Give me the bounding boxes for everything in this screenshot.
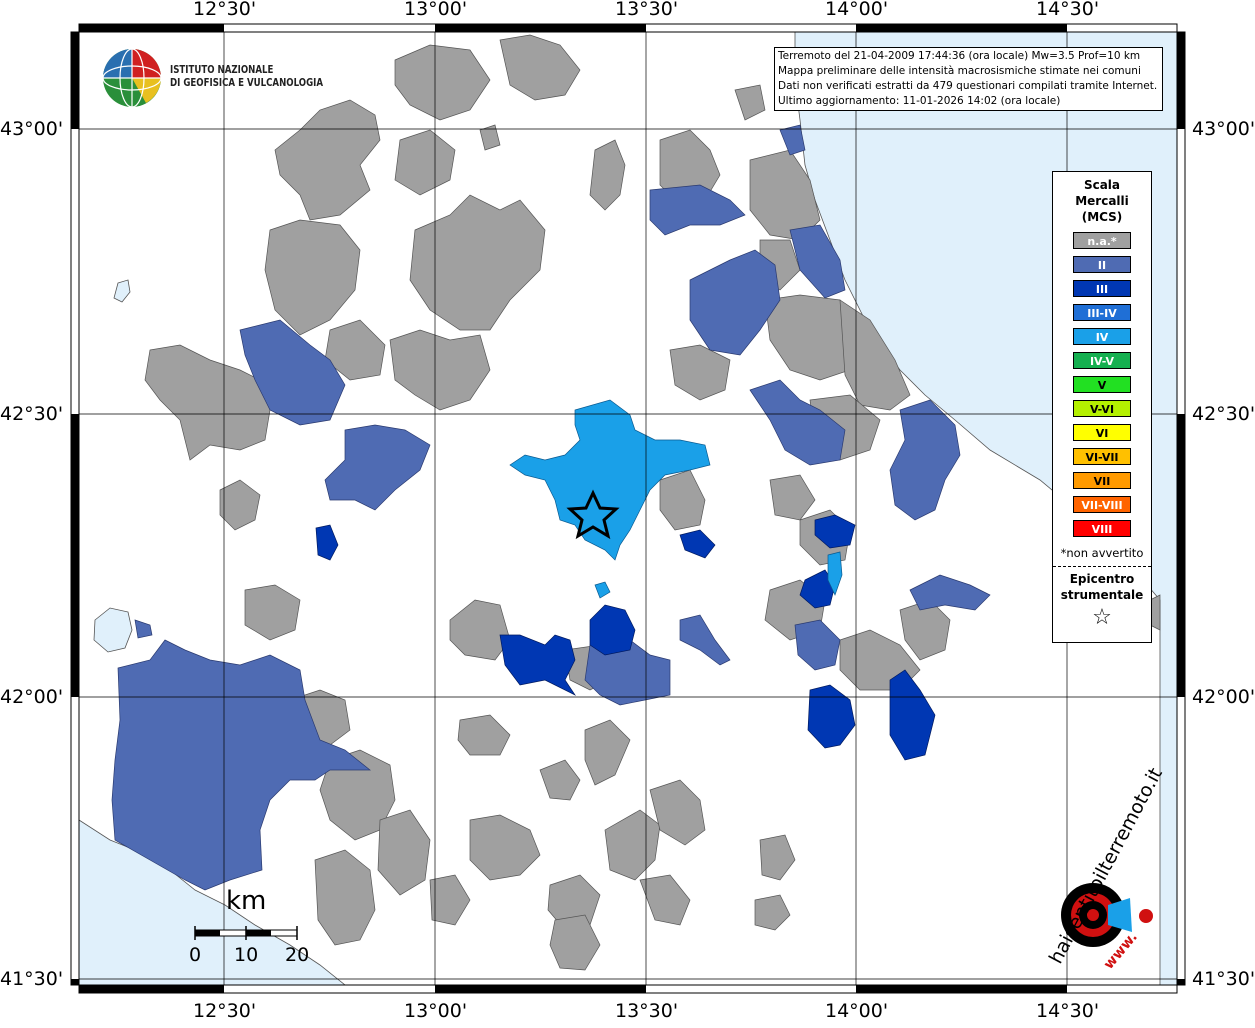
star-icon: ☆ — [1092, 605, 1112, 630]
top-tick-label: 14°00' — [825, 0, 889, 20]
left-tick-label: 41°30' — [0, 968, 64, 990]
ingv-line1: ISTITUTO NAZIONALE — [170, 64, 274, 76]
bottom-tick-label: 14°30' — [1036, 1000, 1100, 1022]
legend-swatch: VIII — [1073, 520, 1131, 537]
bottom-tick-label: 12°30' — [193, 1000, 257, 1022]
scale-tick-label: 20 — [285, 944, 310, 966]
ingv-line2: DI GEOFISICA E VULCANOLOGIA — [170, 77, 324, 89]
top-tick-label: 14°30' — [1036, 0, 1100, 20]
legend-swatch: V-VI — [1073, 400, 1131, 417]
legend-title-line: (MCS) — [1081, 210, 1123, 224]
legend-title-line: Scala — [1083, 178, 1121, 192]
scale-tick-label: 10 — [234, 944, 259, 966]
scale-tick-label: 0 — [189, 944, 202, 966]
info-line-2: Mappa preliminare delle intensità macros… — [778, 65, 1141, 77]
intensity-map: haisentitoilterremoto.it www. ISTITUTO N… — [0, 0, 1255, 1024]
legend-divider — [1053, 566, 1151, 567]
ingv-globe-icon — [102, 48, 162, 108]
info-line-1: Terremoto del 21-04-2009 17:44:36 (ora l… — [778, 50, 1141, 62]
legend-epicenter-label: Epicentro strumentale — [1053, 571, 1151, 603]
bottom-tick-label: 13°30' — [615, 1000, 679, 1022]
ingv-logo-text: ISTITUTO NAZIONALE DI GEOFISICA E VULCAN… — [170, 64, 323, 90]
left-tick-label: 42°30' — [0, 403, 64, 425]
intensity-legend: Scala Mercalli (MCS) n.a.* II III III-IV IV I… — [1052, 171, 1152, 643]
legend-swatch: IV — [1073, 328, 1131, 345]
top-tick-label: 13°30' — [615, 0, 679, 20]
right-tick-label: 42°00' — [1192, 686, 1255, 708]
legend-note: *non avvertito — [1060, 546, 1144, 560]
info-line-4: Ultimo aggiornamento: 11-01-2026 14:02 (… — [778, 95, 1061, 107]
info-line-3: Dati non verificati estratti da 479 ques… — [778, 80, 1158, 92]
legend-items: n.a.* II III III-IV IV IV-V V V-VI VI VI-VII VII VI… — [1053, 232, 1151, 537]
left-tick-label: 43°00' — [0, 118, 64, 140]
legend-swatch: II — [1073, 256, 1131, 273]
legend-swatch: III — [1073, 280, 1131, 297]
right-tick-label: 42°30' — [1192, 403, 1255, 425]
legend-swatch: VI — [1073, 424, 1131, 441]
scale-unit-label: km — [226, 886, 267, 916]
legend-swatch: VII — [1073, 472, 1131, 489]
right-tick-label: 41°30' — [1192, 968, 1255, 990]
bottom-tick-label: 14°00' — [825, 1000, 889, 1022]
top-tick-label: 13°00' — [404, 0, 468, 20]
left-tick-label: 42°00' — [0, 686, 64, 708]
legend-swatch: VII-VIII — [1073, 496, 1131, 513]
earthquake-info-box: Terremoto del 21-04-2009 17:44:36 (ora l… — [774, 47, 1163, 111]
legend-epicenter-line: strumentale — [1060, 588, 1144, 602]
legend-title: Scala Mercalli (MCS) — [1053, 177, 1151, 225]
legend-swatch: n.a.* — [1073, 232, 1131, 249]
top-tick-label: 12°30' — [193, 0, 257, 20]
right-tick-label: 43°00' — [1192, 118, 1255, 140]
legend-title-line: Mercalli — [1075, 194, 1129, 208]
legend-swatch: IV-V — [1073, 352, 1131, 369]
legend-swatch: VI-VII — [1073, 448, 1131, 465]
bottom-tick-label: 13°00' — [404, 1000, 468, 1022]
legend-swatch: V — [1073, 376, 1131, 393]
legend-epicenter-line: Epicentro — [1069, 572, 1135, 586]
legend-swatch: III-IV — [1073, 304, 1131, 321]
